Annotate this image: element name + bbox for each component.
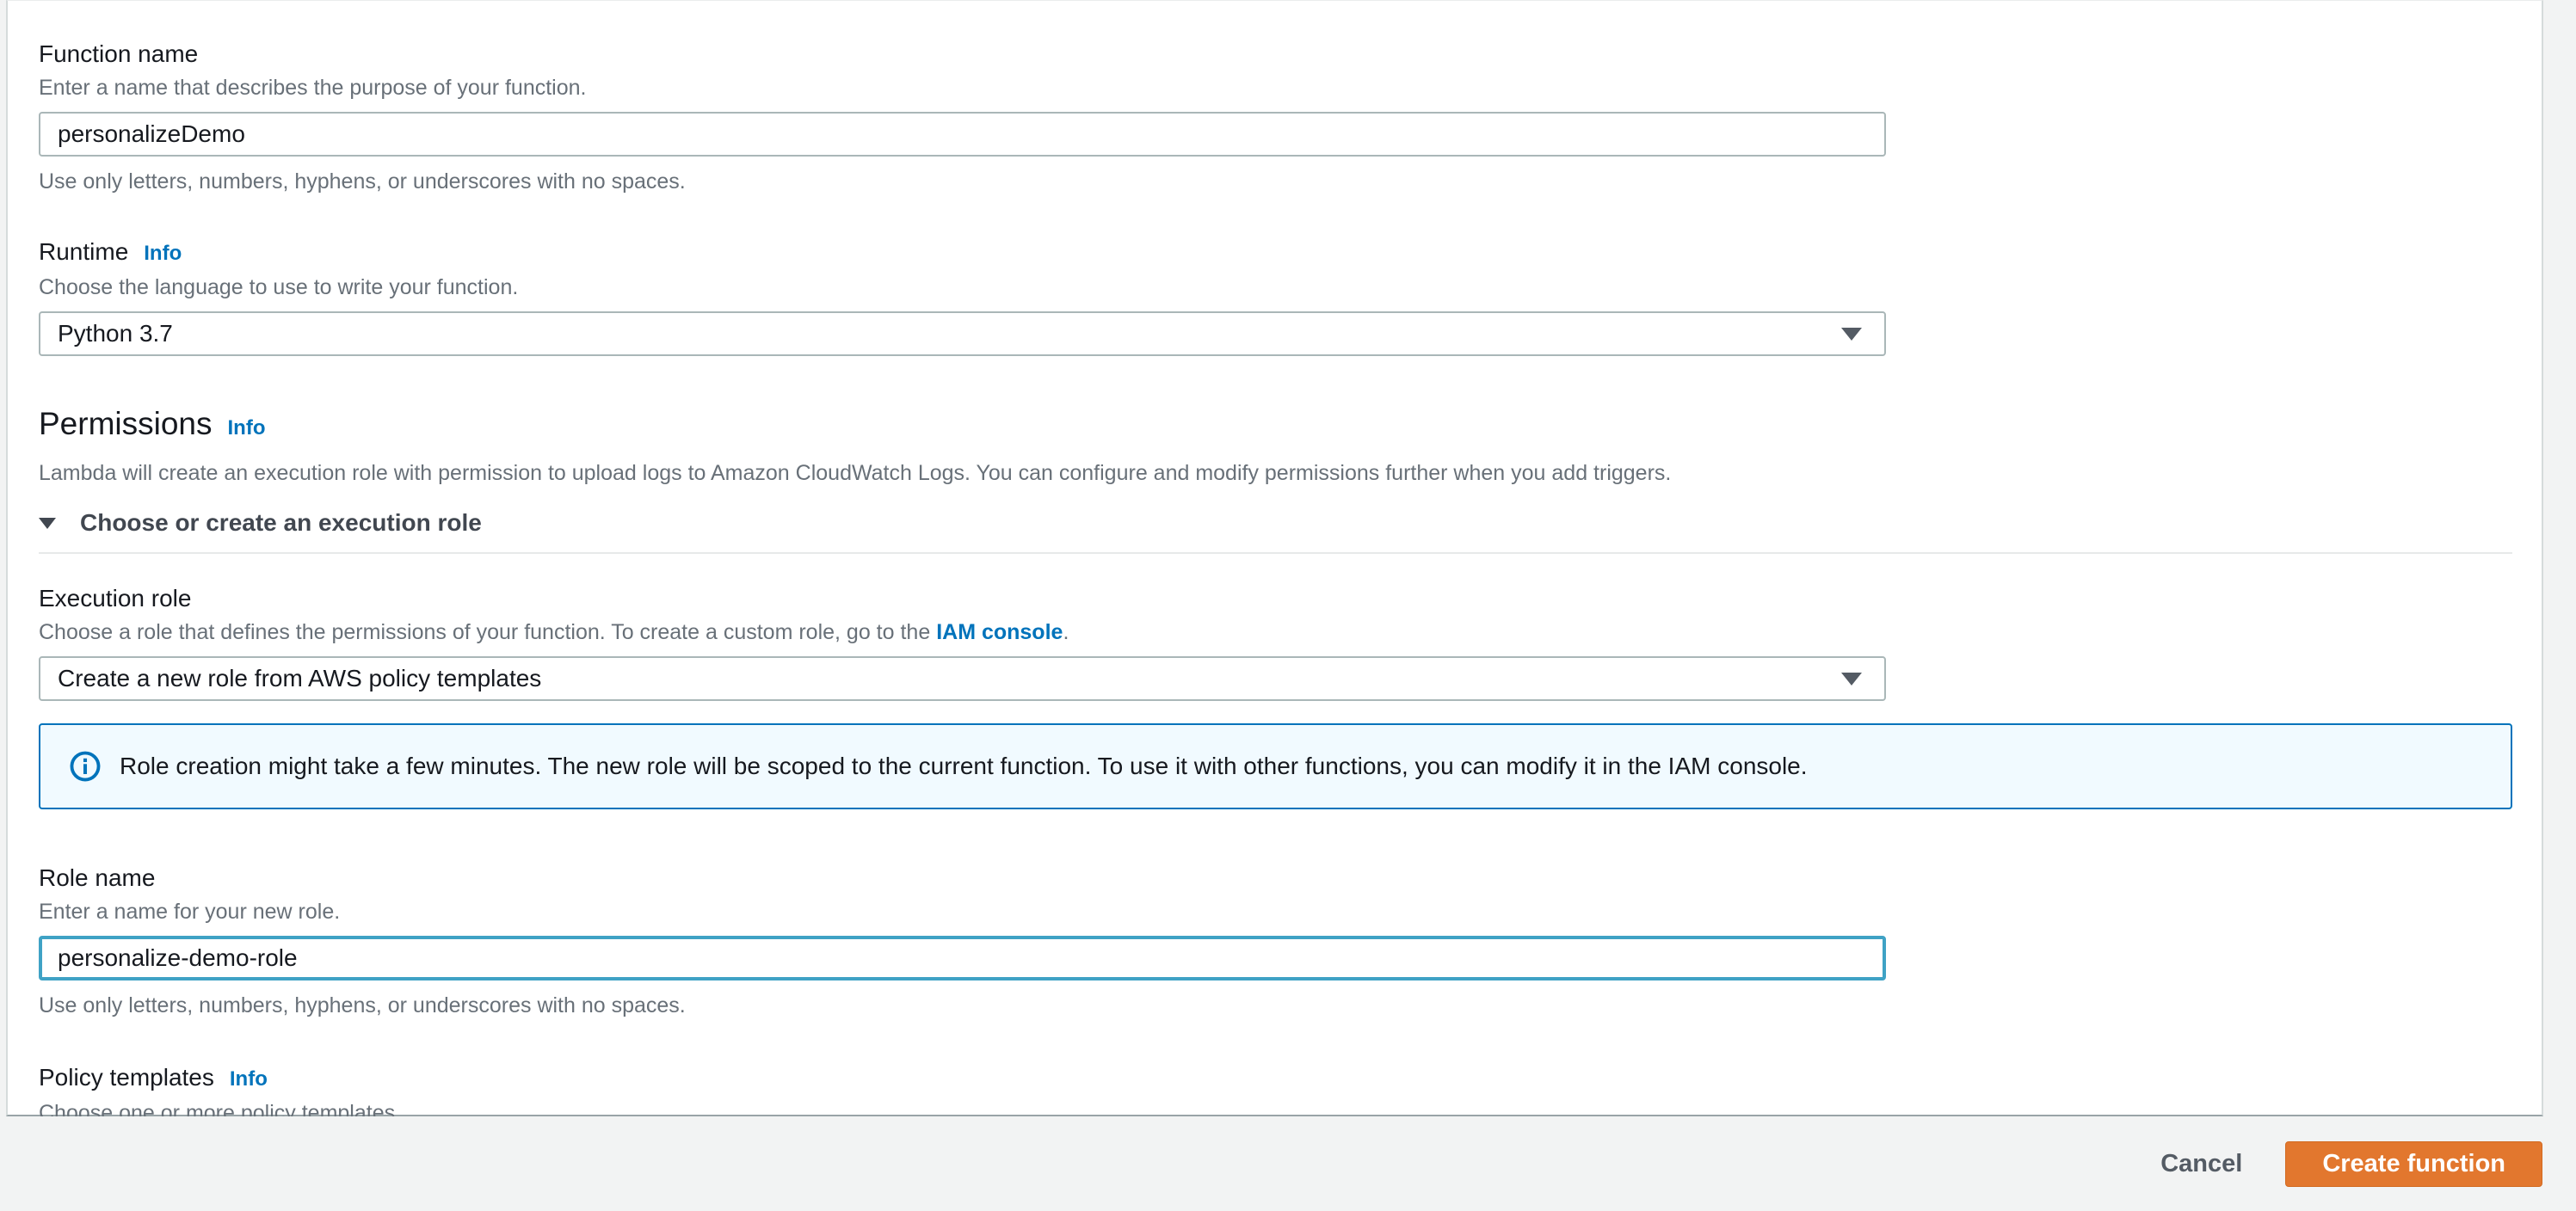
- create-function-button[interactable]: Create function: [2285, 1140, 2542, 1187]
- function-name-label-text: Function name: [39, 40, 199, 67]
- execution-role-label: Execution role: [39, 583, 2542, 614]
- cancel-button[interactable]: Cancel: [2155, 1149, 2247, 1179]
- runtime-info-link[interactable]: Info: [144, 238, 182, 269]
- execution-role-expander[interactable]: Choose or create an execution role: [39, 509, 2542, 537]
- runtime-description: Choose the language to use to write your…: [39, 275, 519, 299]
- role-creation-info-alert: Role creation might take a few minutes. …: [39, 723, 2512, 809]
- function-name-input[interactable]: [39, 112, 1886, 157]
- triangle-down-icon: [39, 517, 56, 529]
- function-name-description: Enter a name that describes the purpose …: [39, 76, 587, 100]
- chevron-down-icon: [1841, 327, 1862, 341]
- form-action-footer: Cancel Create function: [0, 1116, 2576, 1211]
- policy-templates-label: Policy templates Info: [39, 1062, 2542, 1095]
- runtime-label: Runtime Info: [39, 237, 2542, 269]
- info-circle-icon: [70, 751, 101, 782]
- create-function-form-panel: Function name Enter a name that describe…: [6, 0, 2543, 1182]
- role-name-label: Role name: [39, 863, 2542, 894]
- execution-role-select[interactable]: Create a new role from AWS policy templa…: [39, 656, 1886, 701]
- section-divider: [39, 552, 2512, 554]
- permissions-heading: Permissions Info: [39, 404, 2542, 448]
- execution-role-label-text: Execution role: [39, 585, 192, 612]
- role-name-helper: Use only letters, numbers, hyphens, or u…: [39, 993, 686, 1017]
- runtime-selected-value: Python 3.7: [58, 320, 173, 347]
- runtime-label-text: Runtime: [39, 238, 129, 265]
- runtime-select[interactable]: Python 3.7: [39, 311, 1886, 356]
- permissions-heading-text: Permissions: [39, 406, 213, 441]
- chevron-down-icon: [1841, 672, 1862, 685]
- execution-role-expander-label: Choose or create an execution role: [80, 509, 482, 536]
- execution-role-selected-value: Create a new role from AWS policy templa…: [58, 665, 542, 692]
- permissions-info-link[interactable]: Info: [228, 409, 266, 448]
- policy-templates-label-text: Policy templates: [39, 1064, 214, 1091]
- policy-templates-info-link[interactable]: Info: [230, 1064, 268, 1095]
- role-name-label-text: Role name: [39, 864, 156, 891]
- iam-console-link[interactable]: IAM console: [936, 620, 1063, 644]
- function-name-label: Function name: [39, 39, 2542, 70]
- execution-role-description-suffix: .: [1063, 620, 1069, 644]
- function-name-helper: Use only letters, numbers, hyphens, or u…: [39, 169, 686, 194]
- execution-role-description-prefix: Choose a role that defines the permissio…: [39, 620, 937, 644]
- role-creation-info-text: Role creation might take a few minutes. …: [120, 753, 1808, 779]
- permissions-description: Lambda will create an execution role wit…: [39, 461, 1672, 485]
- role-name-description: Enter a name for your new role.: [39, 900, 341, 924]
- execution-role-description: Choose a role that defines the permissio…: [39, 619, 2542, 646]
- role-name-input[interactable]: [39, 936, 1886, 980]
